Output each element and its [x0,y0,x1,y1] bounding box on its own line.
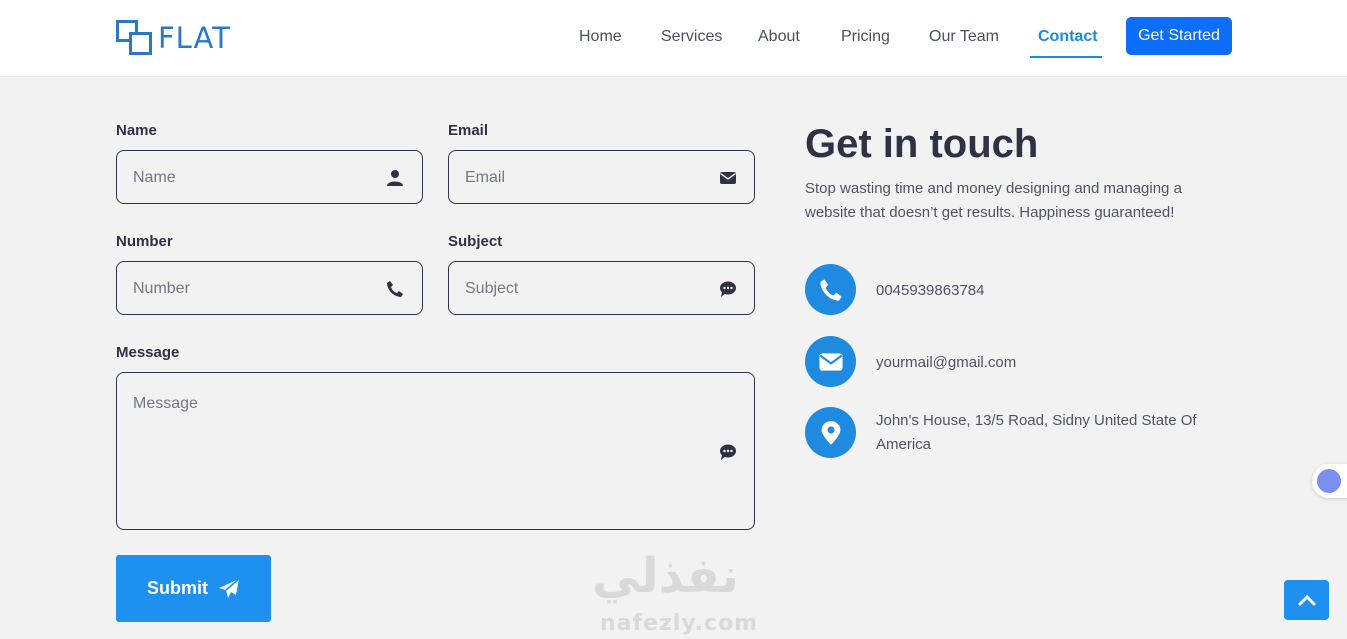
submit-button[interactable]: Submit [116,555,271,622]
translate-icon [1317,469,1341,493]
get-started-button[interactable]: Get Started [1126,17,1232,55]
watermark-arabic: نفذلي [592,548,739,604]
number-placeholder: Number [133,280,190,297]
contact-title: Get in touch [805,122,1039,166]
nav-about[interactable]: About [758,28,800,46]
email-input[interactable]: Email [448,150,755,204]
nav-our-team[interactable]: Our Team [929,28,999,46]
phone-icon [819,278,842,301]
scroll-top-button[interactable] [1284,580,1329,620]
submit-label: Submit [147,578,208,598]
watermark-latin: nafezly.com [600,611,759,636]
location-circle-icon [805,407,856,458]
message-textarea[interactable]: Message [116,372,755,530]
contact-intro: Stop wasting time and money designing an… [805,180,1182,221]
email-label: Email [448,122,489,139]
message-placeholder: Message [133,395,198,412]
logo-squares-icon [116,19,154,57]
envelope-icon [720,172,736,184]
user-icon [387,170,403,186]
chevron-up-icon [1298,594,1315,606]
name-label: Name [116,122,157,139]
name-placeholder: Name [133,169,176,186]
map-pin-icon [821,420,840,445]
subject-label: Subject [448,233,503,250]
phone-circle-icon [805,264,856,315]
number-label: Number [116,233,173,250]
name-input[interactable]: Name [116,150,423,204]
nav-pricing[interactable]: Pricing [841,28,890,46]
email-circle-icon [805,336,856,387]
subject-placeholder: Subject [465,280,519,297]
contact-email: yourmail@gmail.com [876,354,1017,371]
brand-name: FLAT [158,21,231,55]
message-label: Message [116,344,180,361]
nav-contact[interactable]: Contact [1038,28,1098,46]
number-input[interactable]: Number [116,261,423,315]
paper-plane-icon [219,577,240,598]
nav-services[interactable]: Services [661,28,722,46]
comment-icon [720,281,736,297]
envelope-icon [818,352,843,371]
comment-icon [720,444,736,460]
nav-active-indicator [1030,56,1102,58]
contact-address: John's House, 13/5 Road, Sidny United St… [876,412,1197,453]
phone-icon [387,281,403,297]
contact-phone: 0045939863784 [876,282,985,299]
subject-input[interactable]: Subject [448,261,755,315]
brand-logo[interactable]: FLAT [116,19,231,57]
translate-widget[interactable] [1312,464,1347,498]
site-header: FLAT Home Services About Pricing Our Tea… [0,0,1347,77]
nav-home[interactable]: Home [579,28,622,46]
email-placeholder: Email [465,169,506,186]
